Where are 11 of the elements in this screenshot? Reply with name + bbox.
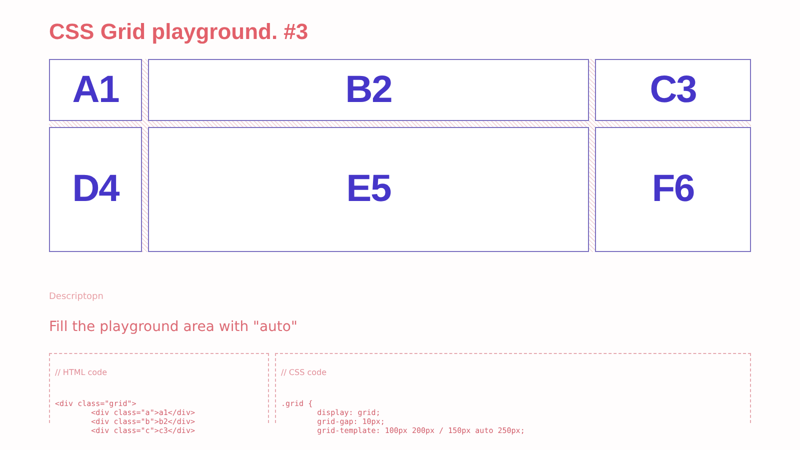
code-comment: // HTML code: [55, 368, 108, 377]
page-title: CSS Grid playground. #3: [49, 18, 310, 46]
code-comment: // CSS code: [281, 368, 328, 377]
task-text: Fill the playground area with "auto": [49, 319, 298, 335]
grid-cell: F6: [595, 127, 751, 252]
grid-cell: D4: [49, 127, 142, 252]
grid-cell: C3: [595, 59, 751, 121]
grid-cell: B2: [148, 59, 589, 121]
grid-cell: E5: [148, 127, 589, 252]
grid-cell: A1: [49, 59, 142, 121]
section-label: Descriptopn: [49, 292, 104, 302]
